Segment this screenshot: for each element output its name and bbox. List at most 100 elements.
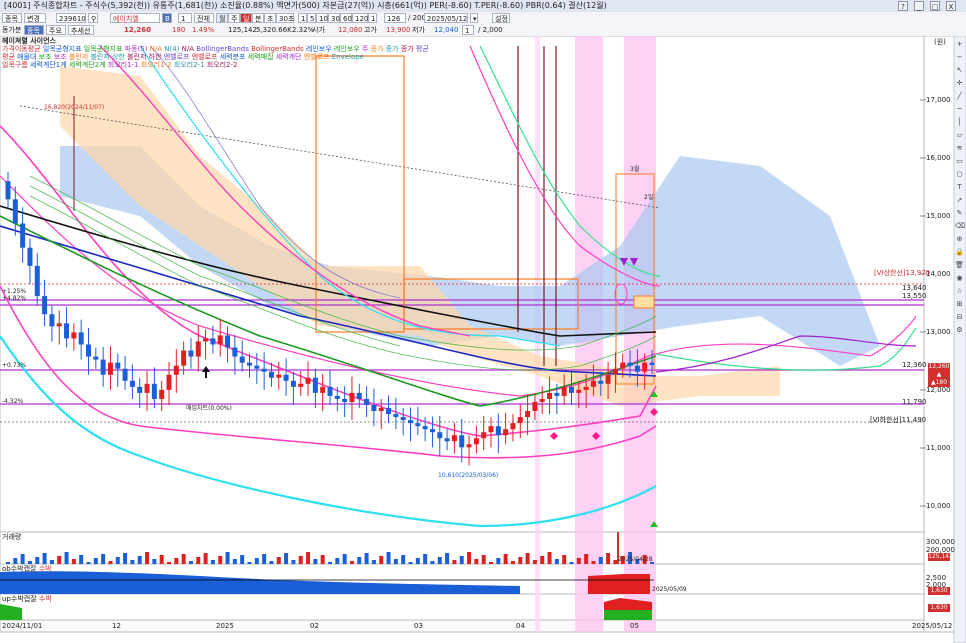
legend-item[interactable]: N(4) [164,45,181,53]
magnet-icon[interactable]: ⊕ [955,235,964,244]
legend-item[interactable]: N/A [150,45,165,53]
legend-item[interactable]: 세력계단1계 [30,61,69,69]
circle-icon[interactable]: ○ [955,170,964,179]
legend-item[interactable]: N/A [182,45,197,53]
vline-icon[interactable]: │ [955,118,964,127]
legend-item[interactable]: 엔벨로프 [304,53,332,61]
legend-item[interactable]: 엔벨로프 [192,53,220,61]
legend-item[interactable]: 주 [362,45,371,53]
line-icon[interactable]: ╱ [955,92,964,101]
legend-row-3[interactable]: 일목구름 세력계단1계 세력계단2계 회오리1-1 회오리1-2 회오리2-1 … [2,61,238,69]
rect-icon[interactable]: ▭ [955,157,964,166]
legend-item[interactable]: 일목균형지표 [84,45,125,53]
count-input[interactable]: 126 [384,13,406,23]
hline-icon[interactable]: ─ [955,105,964,114]
arrow-icon[interactable]: ➚ [955,196,964,205]
legend-item[interactable]: 볼린저 상한 [90,53,127,61]
interval-5[interactable]: 5 [307,13,316,23]
star-icon[interactable]: ☆ [955,287,964,296]
legend-item[interactable]: 볼린저 [69,53,91,61]
date-input[interactable]: 2025/05/12 [424,13,468,23]
pen-icon[interactable]: ✎ [955,209,964,218]
eye-icon[interactable]: ◉ [955,274,964,283]
interval-30[interactable]: 30 [328,13,340,23]
legend-item[interactable]: 매물대 [17,53,39,61]
tab-minute[interactable]: 분 [252,13,264,23]
legend-item[interactable]: 세력계단2계 [69,61,108,69]
all-button[interactable]: 전체 [194,13,214,23]
legend-item[interactable]: BollingerBands [196,45,251,53]
volume-panel-title[interactable]: 거래량 [2,533,21,541]
tab-week[interactable]: 주 [228,13,240,23]
legend-item[interactable]: Envelope [332,53,364,61]
close-button[interactable]: X [946,1,956,11]
calendar-icon[interactable]: ▾ [470,13,478,23]
qty-input[interactable]: 1 [462,25,474,35]
legend-item[interactable]: 평균 [2,53,17,61]
settings-button[interactable]: 설정 [492,13,510,23]
interval-60[interactable]: 60 [340,13,352,23]
legend-item[interactable]: 엔벨로프 [164,53,192,61]
legend-item[interactable]: 레인보우 [306,45,334,53]
legend-item[interactable]: 평균 [416,45,429,53]
osc1-panel-title[interactable]: ob수박캡잘 수박 [2,565,52,573]
volume-bar [371,560,376,564]
legend-item[interactable]: BollingerBands [251,45,306,53]
legend-item[interactable]: 보조 [39,53,54,61]
osc2-panel-title[interactable]: up수박캡잘 수박 [2,595,52,603]
interval-120[interactable]: 120 [352,13,368,23]
tab-30sec[interactable]: 30초 [276,13,294,23]
plus-icon[interactable]: + [955,40,964,49]
volume-bar [328,562,332,564]
price-chart[interactable] [0,36,966,643]
legend-item[interactable]: 볼린저 하한 [127,53,164,61]
help-button[interactable]: ? [898,1,908,11]
tab-stock[interactable]: 종목 [24,25,44,35]
tab-main[interactable]: 주요 [46,25,66,35]
legend-item[interactable]: 종가 [371,45,386,53]
tab-month[interactable]: 월 [216,13,228,23]
legend-item[interactable]: 보조 [54,53,69,61]
legend-item[interactable]: 종가 [386,45,401,53]
legend-item[interactable]: 레인보우 [334,45,362,53]
legend-item[interactable]: 일목균형지표 [43,45,84,53]
interval-10[interactable]: 10 [316,13,328,23]
text-icon[interactable]: T [955,183,964,192]
legend-item[interactable]: 세력계단 [276,53,304,61]
interval-custom[interactable]: 1 [368,13,377,23]
crosshair-icon[interactable]: ✛ [955,79,964,88]
search-icon[interactable]: ⚲ [88,13,98,23]
cursor-icon[interactable]: ↖ [955,66,964,75]
minus-icon[interactable]: − [955,53,964,62]
minimize-button[interactable]: _ [914,1,924,11]
legend-item[interactable]: 세력매집 [248,53,276,61]
lock-icon[interactable]: 🔒 [955,248,964,257]
tab-trendline[interactable]: 추세선 [68,25,94,35]
tab-day[interactable]: 일 [240,13,252,23]
legend-item[interactable]: 파동(5) [125,45,150,53]
interval-1[interactable]: 1 [298,13,307,23]
legend-item[interactable]: 세력분포 [220,53,248,61]
legend-item[interactable]: 회오리2-2 [207,61,238,69]
legend-row-2[interactable]: 평균 매물대 보조 보조 볼린저 볼린저 상한 볼린저 하한 엔벨로프 엔벨로프… [2,53,364,61]
stock-code-input[interactable]: 239610 [56,13,86,23]
legend-row-1[interactable]: 가격이동평균 일목균형지표 일목균형지표 파동(5) N/A N(4) N/A … [2,45,429,53]
fib-icon[interactable]: ≋ [955,144,964,153]
tab-second[interactable]: 초 [264,13,276,23]
legend-item[interactable]: 종가 [401,45,416,53]
legend-item[interactable]: 회오리2-1 [174,61,207,69]
maximize-button[interactable]: □ [930,1,940,11]
channel-icon[interactable]: ▱ [955,131,964,140]
eraser-icon[interactable]: ⌫ [955,222,965,231]
legend-item[interactable]: 회오리1-1 [108,61,141,69]
tag-b[interactable]: B [162,13,172,23]
legend-item[interactable]: 가격이동평균 [2,45,43,53]
period-input[interactable]: 1 [178,13,192,23]
mode-select[interactable]: 변경 [24,13,46,23]
legend-item[interactable]: 회오리1-2 [141,61,174,69]
trash-icon[interactable]: 🗑 [955,261,964,270]
zoom-in-icon[interactable]: ⊞ [955,300,964,309]
legend-item[interactable]: 일목구름 [2,61,30,69]
settings-icon[interactable]: ⚙ [955,326,964,335]
zoom-out-icon[interactable]: ⊟ [955,313,964,322]
